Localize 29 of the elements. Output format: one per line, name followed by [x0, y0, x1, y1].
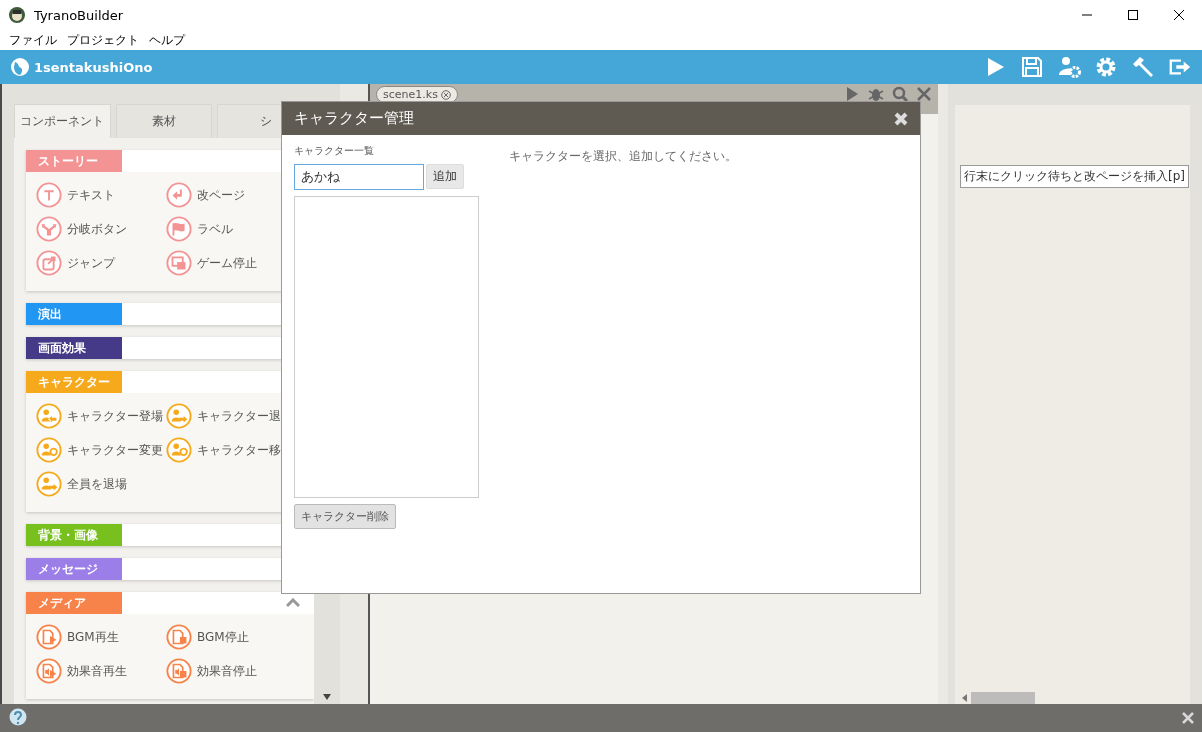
component-label[interactable]: 全員を退場 [67, 475, 127, 493]
project-name: 1sentakushiOno [34, 59, 153, 75]
name-input-field[interactable]: あかね [294, 164, 424, 190]
component-label[interactable]: 分岐ボタン [67, 220, 127, 238]
palette-tab[interactable]: 素材 [115, 104, 213, 138]
component-label[interactable]: ゲーム停止 [197, 254, 257, 272]
component-label[interactable]: キャラクター退 [197, 407, 281, 425]
component-label[interactable]: BGM再生 [67, 628, 119, 646]
component-label[interactable]: 効果音停止 [197, 662, 257, 680]
field-label: キャラクター一覧 [294, 144, 375, 158]
component-label[interactable]: テキスト [67, 186, 115, 204]
tooltip: 行末にクリック待ちと改ページを挿入[p] [960, 165, 1189, 188]
component-label[interactable]: 効果音再生 [67, 662, 127, 680]
component-label[interactable]: 改ページ [197, 186, 245, 204]
menu-item[interactable]: プロジェクト [62, 30, 144, 50]
component-label[interactable]: ジャンプ [67, 254, 115, 272]
delete-button[interactable]: キャラクター削除 [294, 504, 396, 529]
menu-item[interactable]: ヘルプ [144, 30, 190, 50]
add-button[interactable]: 追加 [426, 164, 464, 189]
instruction-text: キャラクターを選択、追加してください。 [509, 148, 737, 165]
component-label[interactable]: BGM停止 [197, 628, 249, 646]
window-title: TyranoBuilder [34, 7, 124, 23]
menu-item[interactable]: ファイル [4, 30, 62, 50]
component-label[interactable]: ラベル [197, 220, 233, 238]
component-label[interactable]: キャラクター移 [197, 441, 281, 459]
component-label[interactable]: キャラクター登場 [67, 407, 163, 425]
palette-tab[interactable]: コンポーネント [14, 104, 111, 138]
component-label[interactable]: キャラクター変更 [67, 441, 163, 459]
section-title[interactable]: 画面効果 [26, 337, 122, 359]
